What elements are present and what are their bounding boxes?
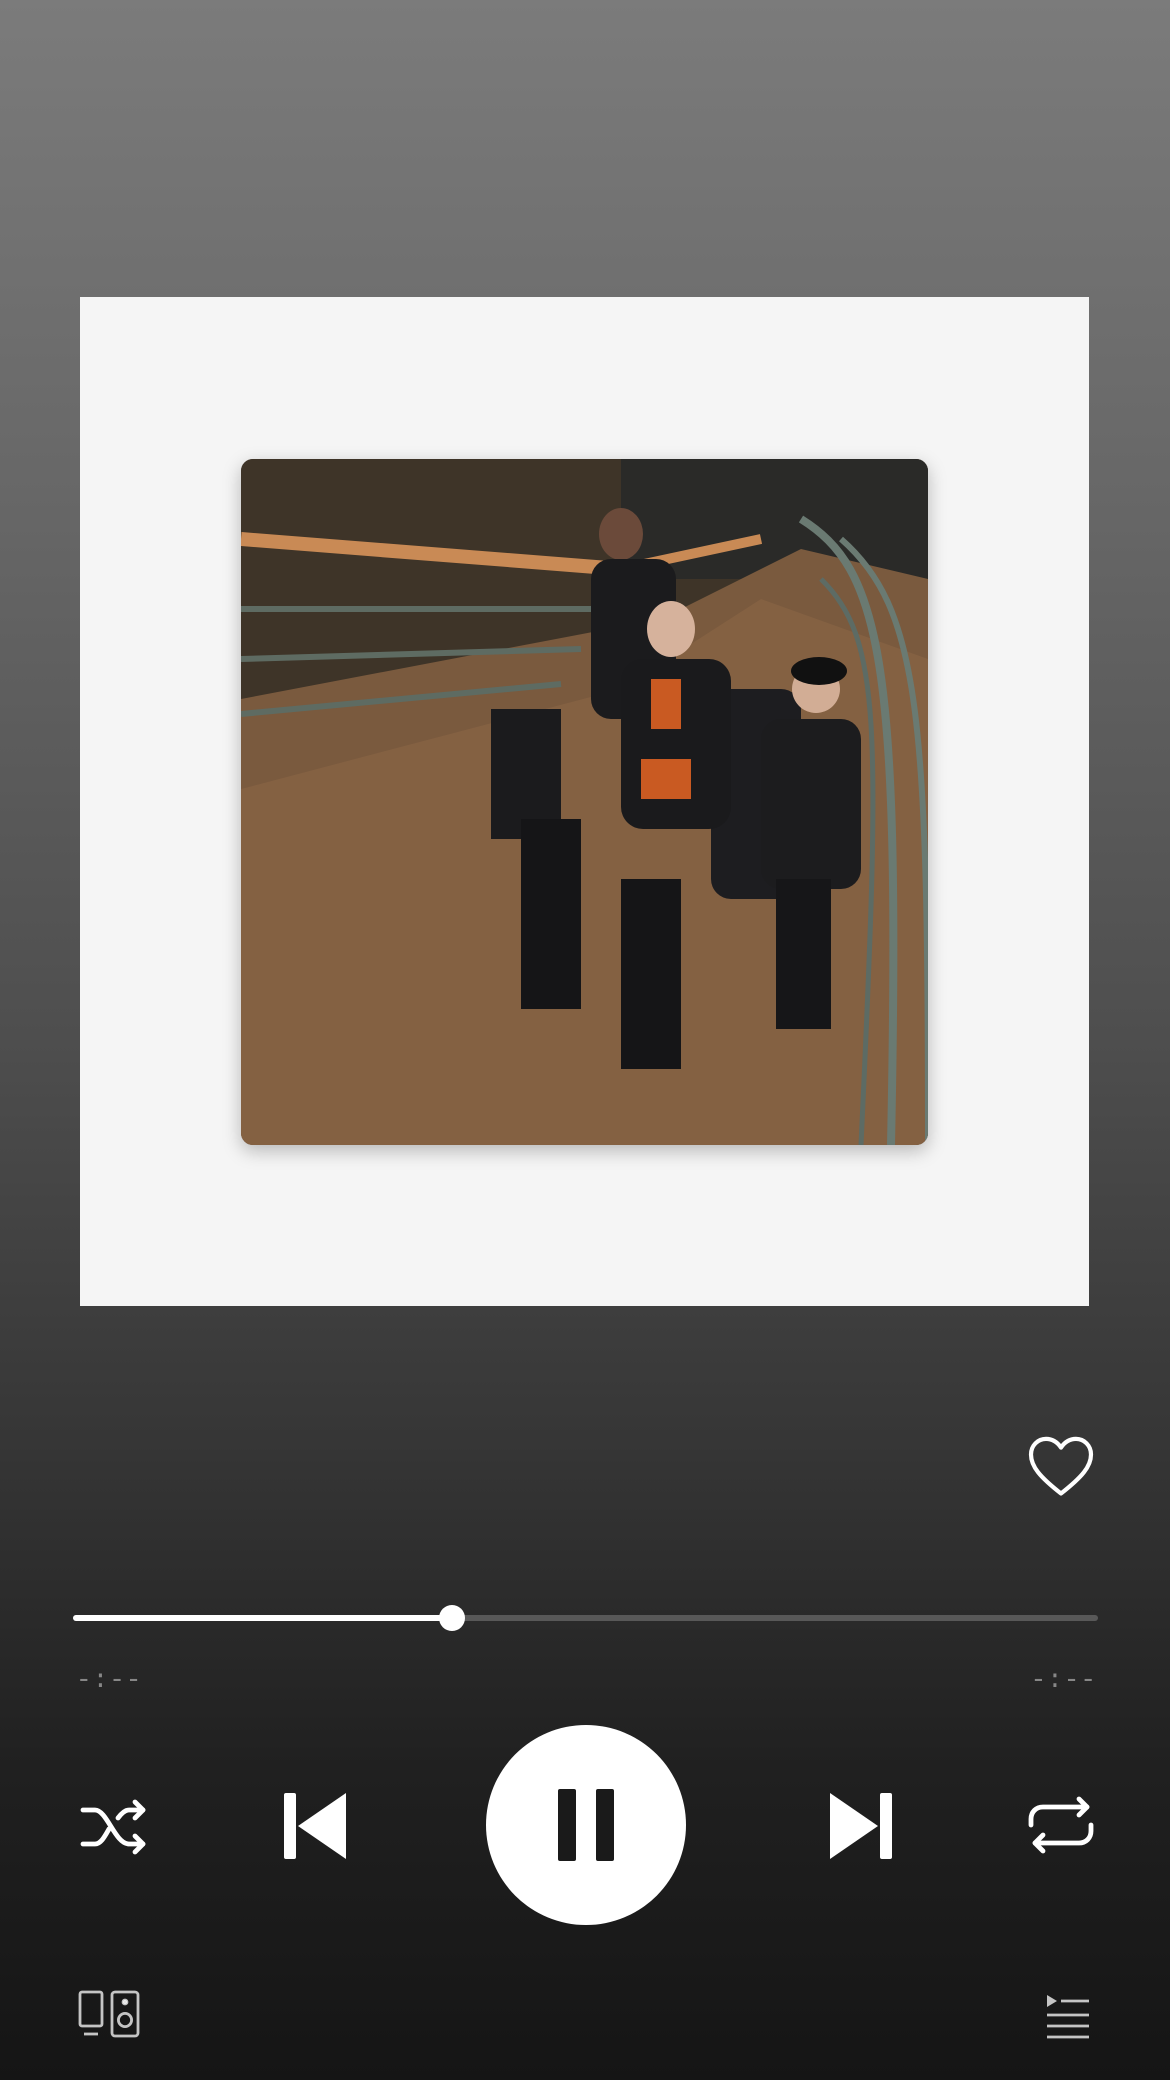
album-art-frame [80,297,1089,1306]
progress-thumb[interactable] [439,1605,466,1631]
progress-fill [73,1615,453,1621]
connect-devices-icon [78,1990,140,2038]
skip-next-icon [830,1793,892,1859]
progress-slider[interactable] [73,1600,1098,1636]
next-button[interactable] [826,1790,896,1862]
elapsed-time: -:-- [76,1665,143,1695]
skip-previous-icon [284,1793,346,1859]
queue-icon [1047,1995,1089,2039]
like-button[interactable] [1021,1425,1101,1505]
heart-icon [1028,1436,1094,1496]
album-art[interactable] [241,459,928,1145]
repeat-icon [1028,1796,1094,1854]
previous-button[interactable] [280,1790,350,1862]
pause-icon [558,1789,614,1861]
shuffle-icon [80,1799,146,1855]
shuffle-button[interactable] [76,1795,152,1859]
queue-button[interactable] [1042,1990,1092,2040]
remaining-time: -:-- [1030,1665,1097,1695]
pause-button[interactable] [486,1725,686,1925]
connect-devices-button[interactable] [78,1990,140,2038]
repeat-button[interactable] [1023,1793,1099,1857]
